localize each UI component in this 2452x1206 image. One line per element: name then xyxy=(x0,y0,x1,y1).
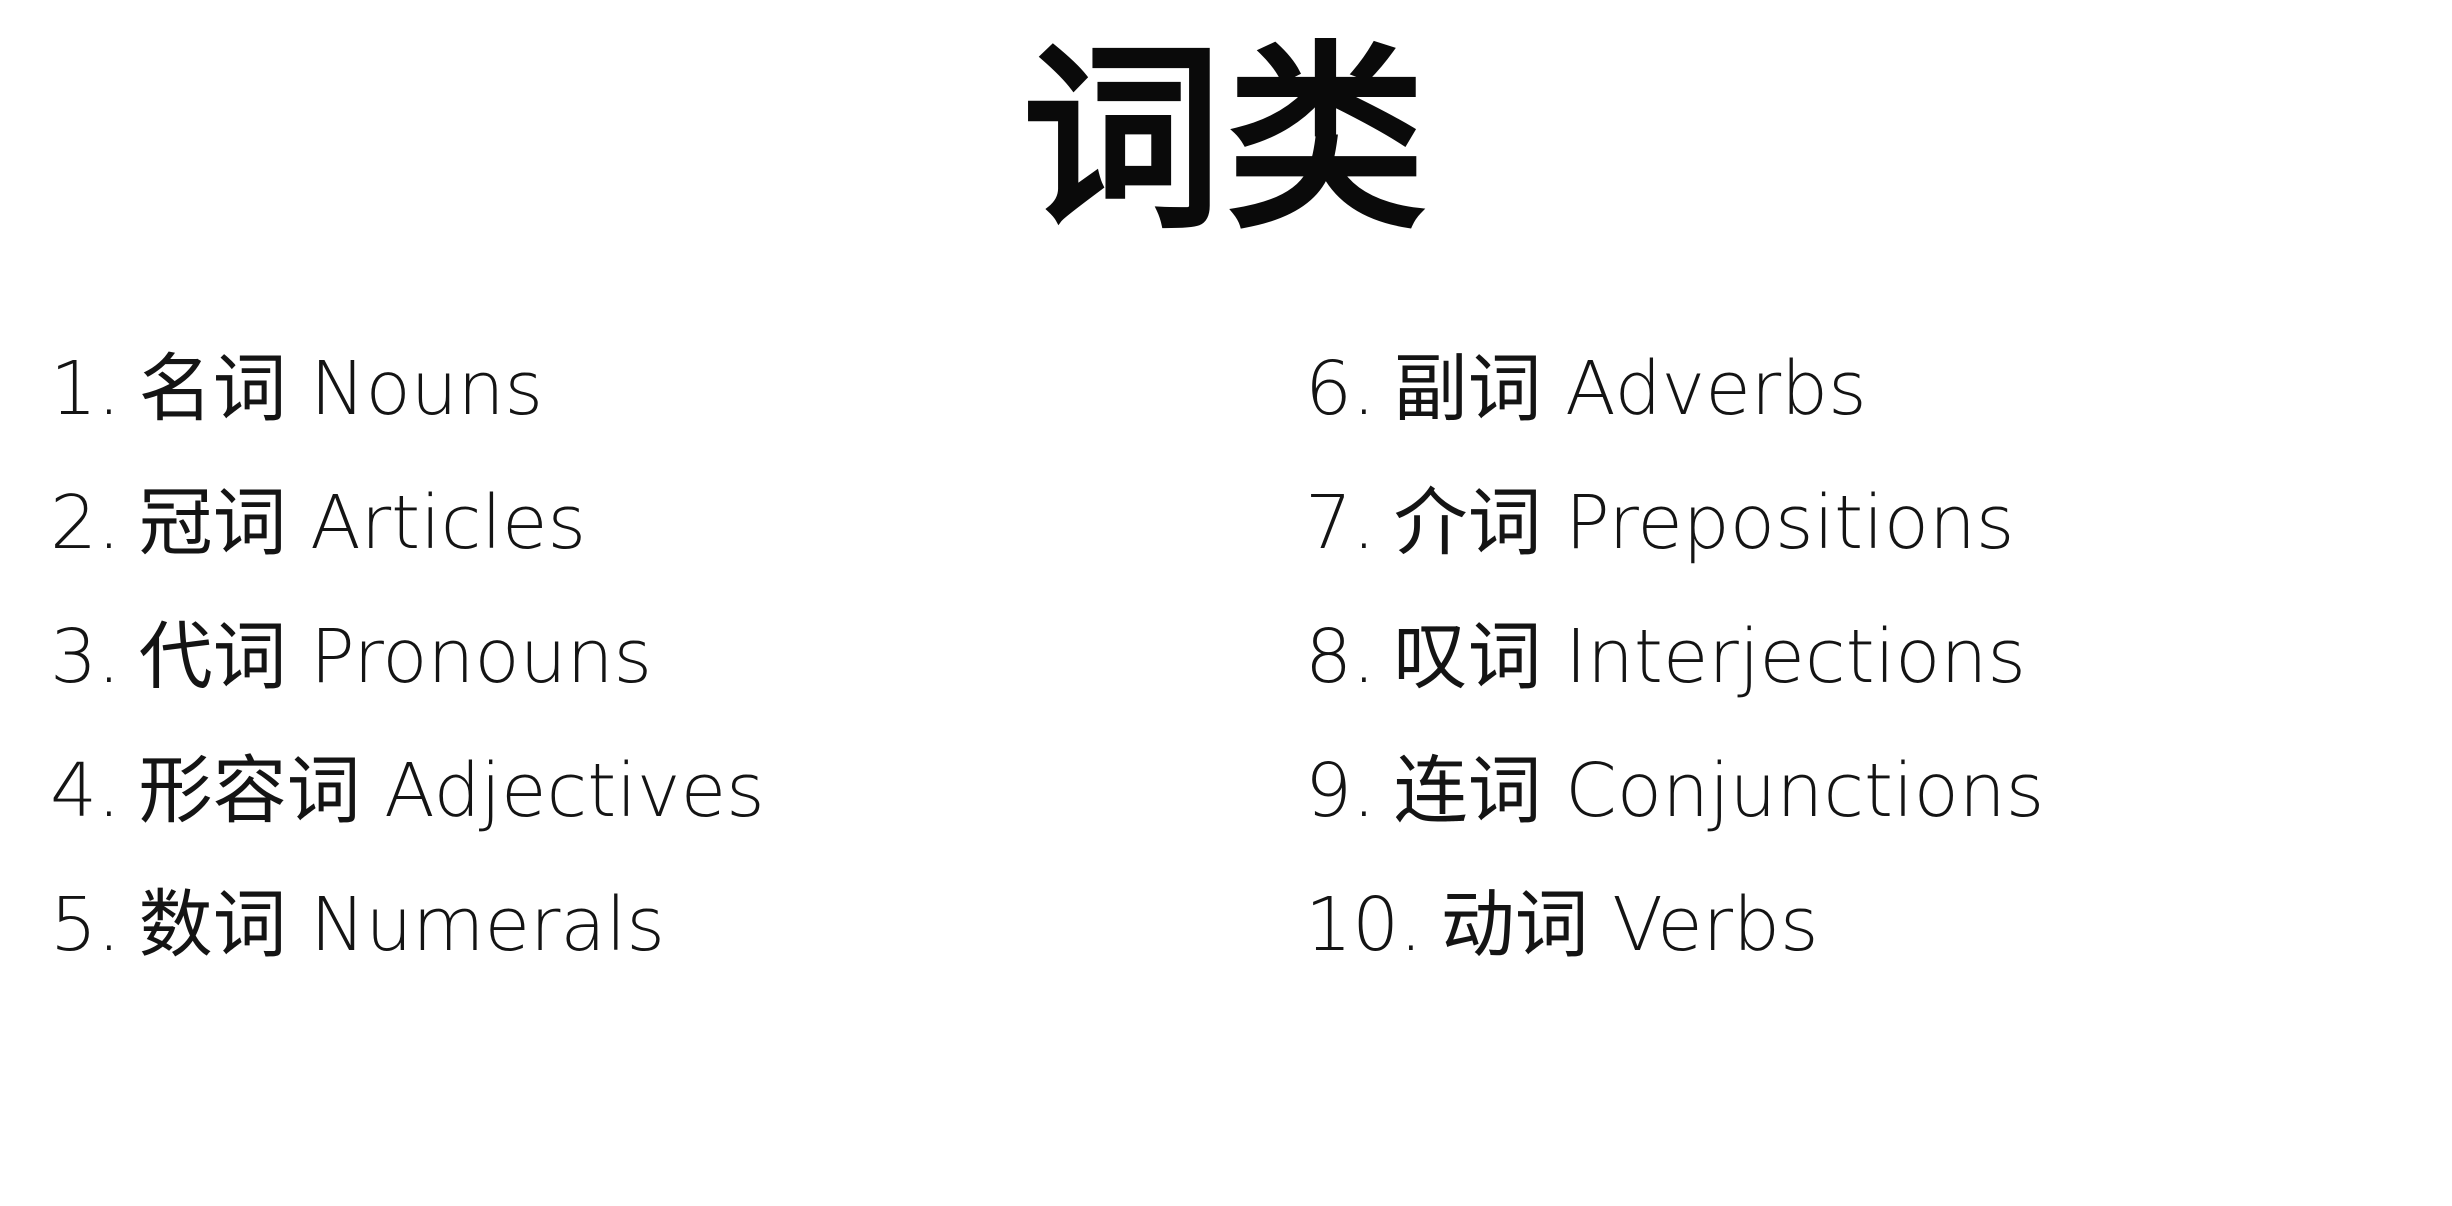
item-number: 3. xyxy=(50,614,121,700)
list-item: 9. 连词 Conjunctions xyxy=(1305,724,2452,858)
slide-title: 词类 xyxy=(1021,22,1430,257)
item-label: 冠词 Articles xyxy=(138,480,587,566)
item-number: 9. xyxy=(1305,748,1376,834)
item-number: 1. xyxy=(50,346,121,432)
list-item: 10. 动词 Verbs xyxy=(1305,858,2452,992)
item-label: 代词 Pronouns xyxy=(138,614,653,700)
list-column-left: 1. 名词 Nouns 2. 冠词 Articles 3. 代词 Pronoun… xyxy=(50,322,1200,992)
item-label: 动词 Verbs xyxy=(1440,882,1819,968)
item-number: 2. xyxy=(50,480,121,566)
item-number: 6. xyxy=(1305,346,1376,432)
list-item: 2. 冠词 Articles xyxy=(50,456,1200,590)
list-item: 8. 叹词 Interjections xyxy=(1305,590,2452,724)
item-label: 形容词 Adjectives xyxy=(138,748,765,834)
list-item: 3. 代词 Pronouns xyxy=(50,590,1200,724)
item-number: 4. xyxy=(50,748,121,834)
slide: 词类 1. 名词 Nouns 2. 冠词 Articles 3. 代词 Pron… xyxy=(0,0,2452,1206)
item-label: 连词 Conjunctions xyxy=(1393,748,2045,834)
item-label: 介词 Prepositions xyxy=(1393,480,2015,566)
item-number: 10. xyxy=(1305,882,1423,968)
item-number: 8. xyxy=(1305,614,1376,700)
list-column-right: 6. 副词 Adverbs 7. 介词 Prepositions 8. 叹词 I… xyxy=(1305,322,2452,992)
item-number: 7. xyxy=(1305,480,1376,566)
item-label: 名词 Nouns xyxy=(138,346,544,432)
list-item: 1. 名词 Nouns xyxy=(50,322,1200,456)
list-item: 4. 形容词 Adjectives xyxy=(50,724,1200,858)
list-item: 5. 数词 Numerals xyxy=(50,858,1200,992)
item-label: 叹词 Interjections xyxy=(1393,614,2026,700)
item-number: 5. xyxy=(50,882,121,968)
item-label: 数词 Numerals xyxy=(138,882,665,968)
list-item: 6. 副词 Adverbs xyxy=(1305,322,2452,456)
list-item: 7. 介词 Prepositions xyxy=(1305,456,2452,590)
item-label: 副词 Adverbs xyxy=(1393,346,1867,432)
